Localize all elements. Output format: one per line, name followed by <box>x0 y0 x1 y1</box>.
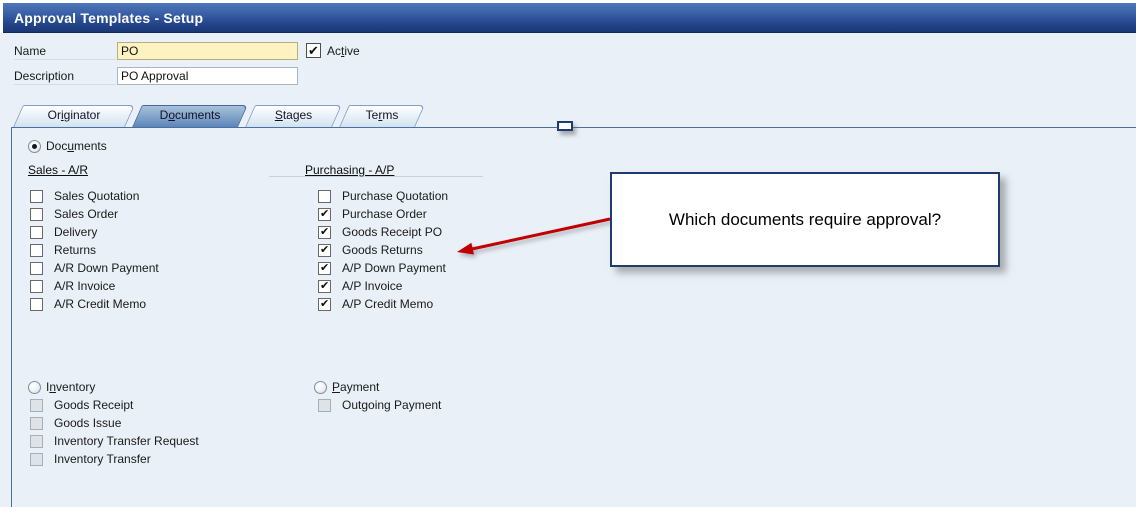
tab-stages[interactable]: Stages <box>250 105 337 127</box>
inventory-checklist: Goods Receipt Goods Issue Inventory Transf… <box>30 396 199 468</box>
tab-label: Originator <box>18 105 130 126</box>
payment-radio-row: Payment <box>314 379 379 395</box>
purchasing-section-header: Purchasing - A/P <box>305 163 394 177</box>
checkbox-row: A/R Down Payment <box>30 259 159 277</box>
checkbox-row: A/P Invoice <box>318 277 448 295</box>
inventory-transfer-request-checkbox <box>30 435 43 448</box>
a-r-credit-memo-checkbox[interactable] <box>30 298 43 311</box>
tab-label: Terms <box>344 105 420 126</box>
checkbox-row: Inventory Transfer Request <box>30 432 199 450</box>
checkbox-row: Purchase Quotation <box>318 187 448 205</box>
checkbox-row: Sales Quotation <box>30 187 159 205</box>
description-label: Description <box>14 69 116 85</box>
checkbox-row: Sales Order <box>30 205 159 223</box>
checkbox-row: Returns <box>30 241 159 259</box>
checkbox-row: Delivery <box>30 223 159 241</box>
goods-receipt-checkbox <box>30 399 43 412</box>
payment-checklist: Outgoing Payment <box>318 396 441 414</box>
checkbox-label: Purchase Order <box>342 207 427 221</box>
a-p-invoice-checkbox[interactable] <box>318 280 331 293</box>
checkbox-row: Goods Issue <box>30 414 199 432</box>
checkbox-label: Outgoing Payment <box>342 398 441 412</box>
purchasing-checklist: Purchase Quotation Purchase Order Goods Re… <box>318 187 448 313</box>
tab-strip: Originator Documents Stages Terms <box>18 105 420 127</box>
payment-radio[interactable] <box>314 381 327 394</box>
checkbox-label: A/R Down Payment <box>54 261 159 275</box>
tab-documents[interactable]: Documents <box>137 105 243 127</box>
checkbox-label: Inventory Transfer <box>54 452 151 466</box>
checkbox-label: Inventory Transfer Request <box>54 434 199 448</box>
checkbox-row: Goods Returns <box>318 241 448 259</box>
checkbox-label: Sales Order <box>54 207 118 221</box>
checkbox-label: Goods Returns <box>342 243 423 257</box>
tab-label: Documents <box>137 105 243 126</box>
purchase-order-checkbox[interactable] <box>318 208 331 221</box>
checkbox-label: Goods Receipt <box>54 398 133 412</box>
sales-order-checkbox[interactable] <box>30 208 43 221</box>
tab-originator[interactable]: Originator <box>18 105 130 127</box>
annotation-callout-text: Which documents require approval? <box>669 210 941 230</box>
checkbox-row: Outgoing Payment <box>318 396 441 414</box>
inventory-radio-label: Inventory <box>46 380 95 394</box>
inventory-transfer-checkbox <box>30 453 43 466</box>
checkbox-label: A/P Down Payment <box>342 261 446 275</box>
inventory-radio-row: Inventory <box>28 379 95 395</box>
approval-templates-window: Approval Templates - Setup Name Active D… <box>0 0 1136 507</box>
checkbox-row: Goods Receipt <box>30 396 199 414</box>
checkbox-label: Purchase Quotation <box>342 189 448 203</box>
checkbox-label: A/R Invoice <box>54 279 115 293</box>
checkbox-label: Sales Quotation <box>54 189 139 203</box>
checkbox-label: Goods Issue <box>54 416 121 430</box>
checkbox-label: Returns <box>54 243 96 257</box>
annotation-callout: Which documents require approval? <box>610 172 1000 267</box>
checkbox-row: Goods Receipt PO <box>318 223 448 241</box>
documents-radio[interactable] <box>28 140 41 153</box>
documents-radio-row: Documents <box>28 138 107 154</box>
checkbox-row: Purchase Order <box>318 205 448 223</box>
description-input[interactable] <box>117 67 298 85</box>
checkbox-label: A/P Credit Memo <box>342 297 433 311</box>
inventory-radio[interactable] <box>28 381 41 394</box>
checkbox-row: A/P Credit Memo <box>318 295 448 313</box>
documents-radio-label: Documents <box>46 139 107 153</box>
annotation-handle-box <box>557 121 573 131</box>
a-r-invoice-checkbox[interactable] <box>30 280 43 293</box>
a-p-down-payment-checkbox[interactable] <box>318 262 331 275</box>
checkbox-label: Delivery <box>54 225 97 239</box>
sales-section-header: Sales - A/R <box>28 163 88 177</box>
a-p-credit-memo-checkbox[interactable] <box>318 298 331 311</box>
checkbox-row: A/P Down Payment <box>318 259 448 277</box>
checkbox-label: A/P Invoice <box>342 279 402 293</box>
checkbox-row: Inventory Transfer <box>30 450 199 468</box>
active-label: Active <box>327 44 360 59</box>
tab-label: Stages <box>250 105 337 126</box>
goods-receipt-po-checkbox[interactable] <box>318 226 331 239</box>
sales-checklist: Sales Quotation Sales Order Delivery Return… <box>30 187 159 313</box>
payment-radio-label: Payment <box>332 380 379 394</box>
checkbox-label: A/R Credit Memo <box>54 297 146 311</box>
goods-issue-checkbox <box>30 417 43 430</box>
checkbox-row: A/R Invoice <box>30 277 159 295</box>
checkbox-label: Goods Receipt PO <box>342 225 442 239</box>
name-label: Name <box>14 44 116 60</box>
name-input[interactable] <box>117 42 298 60</box>
outgoing-payment-checkbox <box>318 399 331 412</box>
active-checkbox[interactable] <box>306 43 321 58</box>
a-r-down-payment-checkbox[interactable] <box>30 262 43 275</box>
sales-quotation-checkbox[interactable] <box>30 190 43 203</box>
annotation-arrow <box>440 195 620 265</box>
goods-returns-checkbox[interactable] <box>318 244 331 257</box>
window-title: Approval Templates - Setup <box>3 10 203 26</box>
returns-checkbox[interactable] <box>30 244 43 257</box>
window-titlebar[interactable]: Approval Templates - Setup <box>3 3 1136 33</box>
delivery-checkbox[interactable] <box>30 226 43 239</box>
tab-terms[interactable]: Terms <box>344 105 420 127</box>
purchase-quotation-checkbox[interactable] <box>318 190 331 203</box>
annotation-arrow-line <box>472 219 610 249</box>
checkbox-row: A/R Credit Memo <box>30 295 159 313</box>
annotation-arrowhead <box>457 243 474 255</box>
